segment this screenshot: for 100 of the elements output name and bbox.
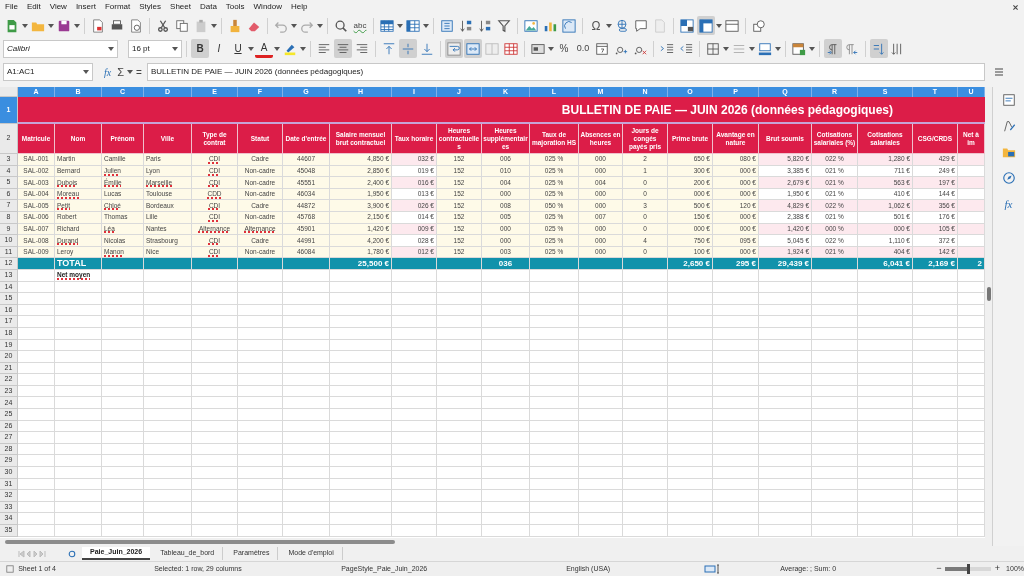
menu-item[interactable]: Window: [253, 1, 282, 13]
properties-icon: [1001, 93, 1016, 107]
scissors-icon: [156, 18, 170, 33]
shapes-icon: [752, 18, 766, 33]
table-cell[interactable]: TOTAL: [55, 258, 102, 270]
sum-button[interactable]: Σ: [117, 63, 125, 81]
close-icon[interactable]: [1012, 3, 1019, 11]
menu-item[interactable]: Tools: [225, 1, 245, 13]
function-wizard-button[interactable]: fx: [104, 64, 112, 80]
table-cell[interactable]: 6,041 €: [858, 258, 913, 270]
conditional-format-icon: [792, 41, 806, 56]
scrollbar-thumb[interactable]: [5, 540, 395, 544]
menu-item[interactable]: Insert: [75, 1, 96, 13]
copy-icon: [175, 18, 189, 33]
table-grid-icon: [680, 18, 694, 33]
table-cell[interactable]: 25,500 €: [330, 258, 392, 270]
caret-icon[interactable]: [775, 45, 781, 52]
zoom-out-button[interactable]: −: [936, 562, 942, 576]
compass-icon: [1001, 171, 1016, 185]
unmerge-cells-icon: [485, 41, 499, 56]
formula-button[interactable]: =: [136, 64, 142, 80]
underline-button[interactable]: U: [229, 39, 247, 58]
menu-item[interactable]: View: [49, 1, 67, 13]
caret-icon[interactable]: [22, 22, 28, 29]
font-color-button[interactable]: A: [255, 39, 273, 58]
menu-item[interactable]: File: [5, 1, 18, 13]
functions-button[interactable]: fx: [1004, 196, 1013, 213]
formula-input[interactable]: BULLETIN DE PAIE — JUIN 2026 (données pédagogiques): [146, 63, 985, 81]
caret-icon[interactable]: [423, 22, 429, 29]
font-size-field[interactable]: 16 pt: [128, 39, 182, 58]
navigator-button[interactable]: [1000, 170, 1017, 186]
menu-item[interactable]: Styles: [139, 1, 162, 13]
zoom-in-button[interactable]: +: [994, 562, 1001, 576]
sort-ascending-icon: [459, 18, 473, 33]
italic-button[interactable]: I: [210, 39, 228, 58]
text-direction-icon: [872, 41, 886, 56]
menu-item[interactable]: Edit: [26, 1, 41, 13]
align-center-button[interactable]: [334, 39, 352, 58]
align-bottom-icon: [420, 41, 434, 56]
scrollbar-thumb[interactable]: [986, 287, 991, 301]
caret-icon[interactable]: [749, 45, 755, 52]
title-cell-text: BULLETIN DE PAIE — JUIN 2026 (données pédagogiques): [561, 101, 893, 119]
menu-item[interactable]: Format: [104, 1, 131, 13]
caret-icon[interactable]: [291, 22, 297, 29]
table-grid-icon: [406, 18, 420, 33]
wrap-text-button[interactable]: [445, 39, 463, 58]
spellcheck-button[interactable]: abc: [351, 16, 369, 35]
spreadsheet-icon: [5, 18, 19, 33]
caret-icon[interactable]: [723, 45, 729, 52]
menu-icon[interactable]: [993, 67, 1004, 77]
percent-button[interactable]: %: [555, 39, 573, 58]
pilcrow-icon: [845, 41, 859, 56]
caret-icon[interactable]: [606, 22, 612, 29]
bold-button[interactable]: B: [191, 39, 209, 58]
sort-descending-icon: [478, 18, 492, 33]
name-box[interactable]: A1:AC1: [3, 63, 93, 81]
table-cell[interactable]: 29,439 €: [759, 258, 812, 270]
caret-icon[interactable]: [274, 45, 280, 52]
menu-item[interactable]: Data: [199, 1, 217, 13]
freeze-panes-icon: [699, 18, 713, 33]
zoom-slider[interactable]: [945, 567, 991, 571]
slider-thumb[interactable]: [966, 564, 970, 574]
align-right-icon: [355, 41, 369, 56]
left-to-right-button[interactable]: [824, 39, 842, 58]
table-cell[interactable]: 2,650 €: [668, 258, 713, 270]
menu-item[interactable]: Help: [291, 1, 308, 13]
table-cell[interactable]: 2: [958, 258, 985, 270]
caret-icon[interactable]: [127, 69, 134, 75]
table-grid-icon: [380, 18, 394, 33]
caret-icon[interactable]: [397, 22, 403, 29]
page-preview-icon: [129, 18, 143, 33]
freeze-button[interactable]: [697, 16, 715, 35]
menu-item[interactable]: Sheet: [170, 1, 191, 13]
caret-icon[interactable]: [300, 45, 306, 52]
add-sheet-icon[interactable]: [68, 549, 76, 558]
caret-icon[interactable]: [317, 22, 323, 29]
table-cell[interactable]: 2,169 €: [913, 258, 958, 270]
print-area-button[interactable]: [678, 16, 696, 35]
merge-center-button[interactable]: [464, 39, 482, 58]
text-direction-button[interactable]: [870, 39, 888, 58]
caret-icon[interactable]: [809, 45, 815, 52]
document-icon: [6, 565, 14, 573]
table-cell[interactable]: 036: [482, 258, 530, 270]
caret-icon[interactable]: [548, 45, 554, 52]
printer-icon: [110, 18, 124, 33]
select-all-corner[interactable]: [0, 87, 18, 97]
caret-icon[interactable]: [248, 45, 254, 52]
pivot-table-button[interactable]: [560, 16, 578, 35]
align-left-icon: [317, 41, 331, 56]
save-icon: [57, 18, 71, 33]
banknote-icon: [531, 41, 545, 56]
globe-link-icon: [615, 18, 629, 33]
caret-icon[interactable]: [211, 22, 217, 29]
font-name-field[interactable]: Calibri: [3, 39, 118, 58]
caret-icon[interactable]: [74, 22, 80, 29]
caret-icon[interactable]: [48, 22, 54, 29]
table-cell[interactable]: 295 €: [713, 258, 759, 270]
properties-button[interactable]: [1000, 92, 1017, 108]
number-button[interactable]: 0.0: [574, 39, 592, 58]
special-character-button[interactable]: Ω: [587, 16, 605, 35]
